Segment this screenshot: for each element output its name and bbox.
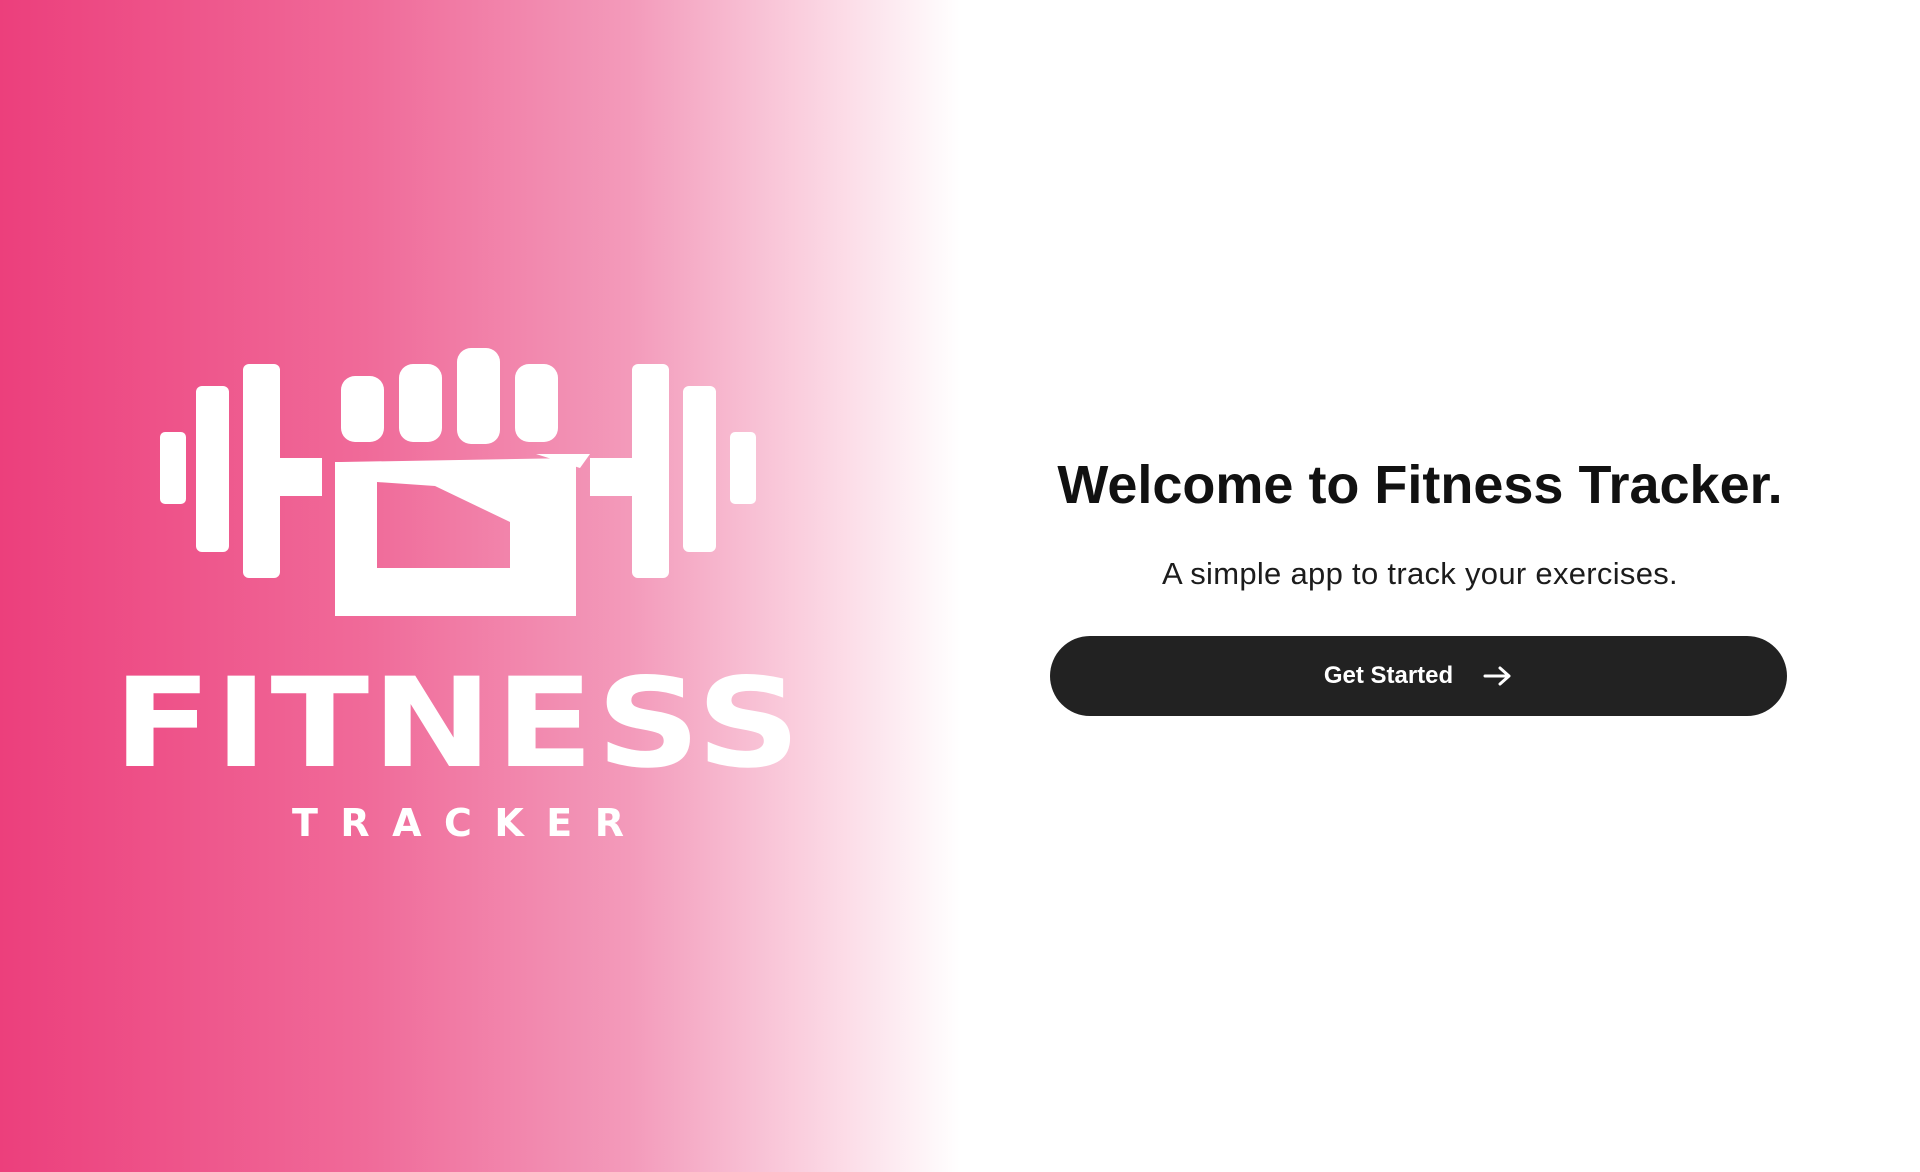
logo-word-tracker: TRACKER [292, 801, 624, 845]
arrow-right-icon [1483, 665, 1513, 687]
page-subtitle: A simple app to track your exercises. [1162, 556, 1678, 591]
get-started-label: Get Started [1323, 662, 1454, 689]
fitness-tracker-logo: FITNESS TRACKER [100, 336, 800, 845]
fist-dumbbell-icon: FITNESS [113, 348, 800, 796]
welcome-section: Welcome to Fitness Tracker. A simple app… [1050, 450, 1790, 594]
logo-tracker-text: TRACKER [292, 801, 624, 845]
get-started-button[interactable]: Get Started [1050, 636, 1787, 716]
welcome-page: FITNESS TRACKER Welcome to Fitness Track… [0, 0, 1920, 1172]
hero-gradient-panel: FITNESS TRACKER [0, 0, 960, 1172]
logo-word-fitness: FITNESS [113, 652, 800, 796]
page-title: Welcome to Fitness Tracker. [1057, 455, 1783, 515]
